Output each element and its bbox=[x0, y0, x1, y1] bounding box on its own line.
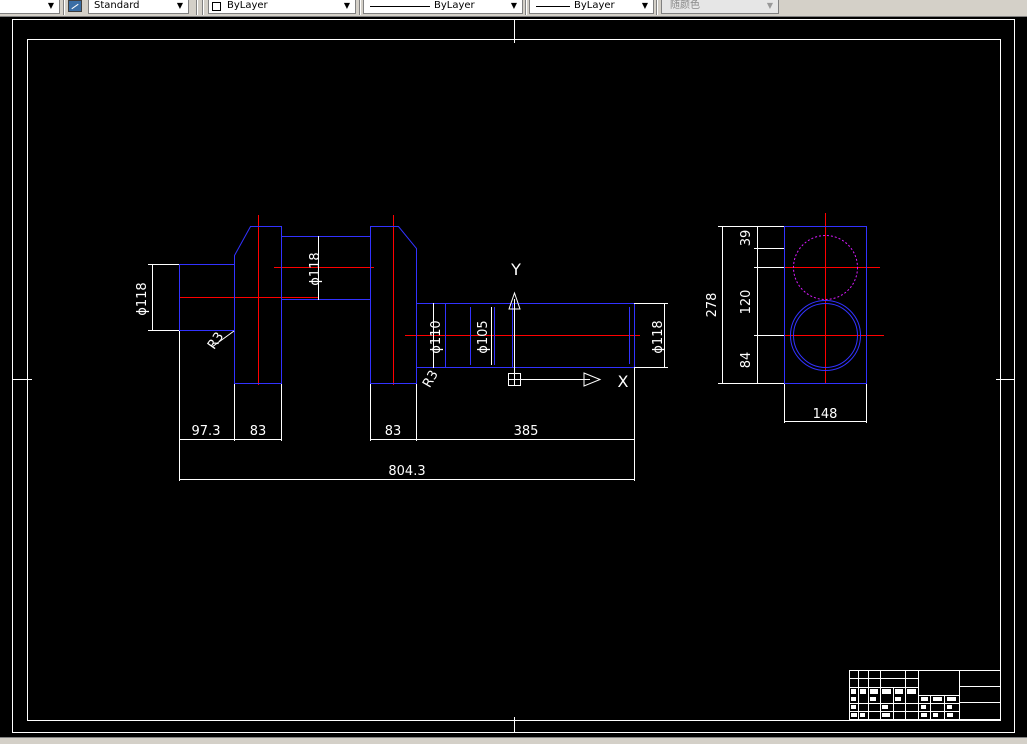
dim-dia-118-left: ϕ118 bbox=[135, 282, 150, 315]
dim-dia-105: ϕ105 bbox=[476, 320, 491, 353]
dim-side-278: 278 bbox=[705, 293, 720, 318]
toolbar-separator bbox=[359, 0, 361, 15]
dim-r3-left: R3 bbox=[205, 330, 227, 353]
ucs-icon bbox=[508, 291, 602, 387]
toolbar-separator bbox=[196, 0, 198, 15]
dim-dia-110: ϕ110 bbox=[429, 320, 444, 353]
ucs-y-label: Y bbox=[510, 260, 521, 279]
chevron-down-icon: ▼ bbox=[766, 1, 774, 10]
color-dropdown[interactable]: ByLayer ▼ bbox=[208, 0, 356, 14]
text-style-dropdown[interactable]: Standard ▼ bbox=[88, 0, 189, 14]
color-value: ByLayer bbox=[227, 0, 268, 11]
dim-side-39: 39 bbox=[739, 230, 754, 247]
lineweight-preview bbox=[536, 6, 570, 7]
dim-side-148: 148 bbox=[813, 407, 838, 422]
toolbar-separator bbox=[202, 0, 204, 15]
toolbar-separator bbox=[656, 0, 658, 15]
linetype-preview bbox=[370, 6, 430, 7]
toolbar-dropdown-stub[interactable]: ▼ bbox=[0, 0, 60, 14]
text-style-value: Standard bbox=[94, 0, 140, 11]
title-block bbox=[849, 670, 1001, 720]
toolbar-separator bbox=[525, 0, 527, 15]
chevron-down-icon: ▼ bbox=[343, 1, 351, 10]
properties-toolbar: ▼ Standard ▼ ByLayer ▼ ByLayer ▼ ByLayer… bbox=[0, 0, 1027, 17]
ucs-x-label: X bbox=[618, 372, 629, 391]
dim-385: 385 bbox=[514, 424, 539, 439]
drawing-frame bbox=[12, 19, 1015, 733]
color-swatch-icon bbox=[212, 2, 221, 11]
status-bar bbox=[0, 737, 1027, 744]
chevron-down-icon: ▼ bbox=[47, 1, 55, 10]
drawing-canvas[interactable]: ϕ118 R3 ϕ118 R3 ϕ110 ϕ105 ϕ118 97.3 83 8… bbox=[0, 17, 1027, 737]
dim-83-b: 83 bbox=[385, 424, 402, 439]
dim-side-84: 84 bbox=[739, 352, 754, 369]
lineweight-value: ByLayer bbox=[574, 0, 615, 11]
dim-97-3: 97.3 bbox=[192, 424, 221, 439]
chevron-down-icon: ▼ bbox=[176, 1, 184, 10]
chevron-down-icon: ▼ bbox=[510, 1, 518, 10]
dim-r3-right: R3 bbox=[420, 368, 442, 390]
dim-dia-118-right: ϕ118 bbox=[651, 320, 666, 353]
dim-dia-118-pin: ϕ118 bbox=[308, 252, 323, 285]
dim-804-3: 804.3 bbox=[388, 464, 425, 479]
crankshaft-body bbox=[179, 226, 867, 384]
linetype-value: ByLayer bbox=[434, 0, 475, 11]
toolbar-separator bbox=[63, 0, 65, 15]
text-style-icon[interactable] bbox=[68, 0, 82, 12]
lineweight-dropdown[interactable]: ByLayer ▼ bbox=[529, 0, 654, 14]
chevron-down-icon: ▼ bbox=[641, 1, 649, 10]
dim-83-a: 83 bbox=[250, 424, 267, 439]
plot-style-value: 随颜色 bbox=[670, 0, 700, 11]
plot-style-dropdown[interactable]: 随颜色 ▼ bbox=[661, 0, 779, 14]
linetype-dropdown[interactable]: ByLayer ▼ bbox=[363, 0, 523, 14]
dim-side-120: 120 bbox=[739, 290, 754, 315]
dimension-lines bbox=[148, 226, 867, 481]
